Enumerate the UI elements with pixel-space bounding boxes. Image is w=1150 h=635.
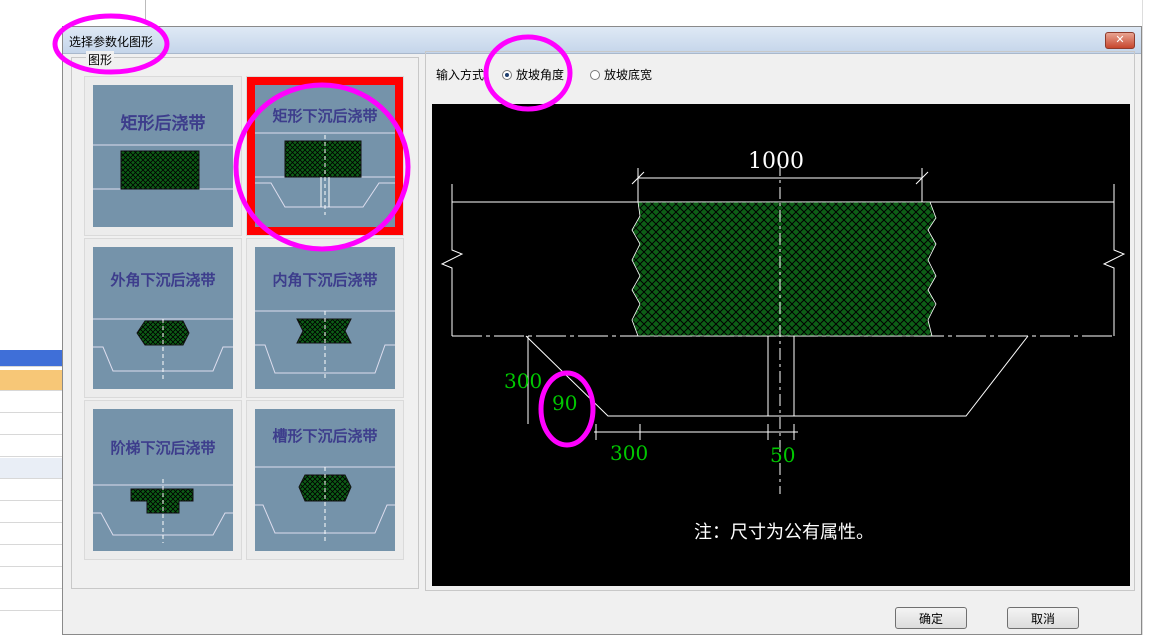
dialog-title: 选择参数化图形 <box>69 35 154 49</box>
shape-option-inner-angle[interactable]: 内角下沉后浇带 <box>246 238 404 398</box>
cancel-button[interactable]: 取消 <box>1007 607 1079 629</box>
shape-label: 矩形后浇带 <box>121 113 206 134</box>
shape-option-rect[interactable]: 矩形后浇带 <box>84 76 242 236</box>
inner-angle-sunk-strip-thumbnail: 内角下沉后浇带 <box>255 247 395 389</box>
outer-angle-sunk-strip-thumbnail: 外角下沉后浇带 <box>93 247 233 389</box>
dim-gap-label: 50 <box>770 443 795 467</box>
background-scrollbar[interactable] <box>1142 0 1150 635</box>
shape-label: 外角下沉后浇带 <box>109 271 215 289</box>
shape-option-outer-angle[interactable]: 外角下沉后浇带 <box>84 238 242 398</box>
radio-slope-angle-label: 放坡角度 <box>516 68 565 82</box>
dim-offset-label: 300 <box>610 441 648 465</box>
shapes-group-label: 图形 <box>86 51 115 68</box>
input-mode-label: 输入方式 <box>436 68 485 82</box>
background-row[interactable] <box>0 458 62 479</box>
background-divider <box>145 0 146 20</box>
section-drawing: 1000 300 90 300 50 注：尺寸为公有属性。 <box>440 149 1126 543</box>
radio-slope-width[interactable]: 放坡底宽 <box>590 66 652 83</box>
stepped-sunk-strip-thumbnail: 阶梯下沉后浇带 <box>93 409 233 551</box>
shape-label: 矩形下沉后浇带 <box>272 107 377 125</box>
radio-unchecked-icon[interactable] <box>590 69 600 80</box>
background-row[interactable] <box>0 480 62 501</box>
dialog-titlebar[interactable]: 选择参数化图形 ✕ <box>63 27 1141 54</box>
close-button[interactable]: ✕ <box>1105 32 1135 49</box>
background-row-selected[interactable] <box>0 350 62 367</box>
rect-post-pour-strip-thumbnail: 矩形后浇带 <box>93 85 233 227</box>
shape-option-trough[interactable]: 槽形下沉后浇带 <box>246 400 404 560</box>
background-row[interactable] <box>0 436 62 457</box>
background-row[interactable] <box>0 502 62 523</box>
preview-group: 输入方式 放坡角度 放坡底宽 1000 300 90 300 50 注：尺寸为公… <box>425 51 1135 591</box>
background-row[interactable] <box>0 524 62 545</box>
ok-button[interactable]: 确定 <box>895 607 967 629</box>
select-parametric-shape-dialog: 选择参数化图形 ✕ 图形 矩形后浇带 矩形下沉后浇带 外角下沉后浇带 内角下沉后… <box>62 26 1142 635</box>
background-row[interactable] <box>0 568 62 589</box>
shape-label: 内角下沉后浇带 <box>272 271 377 289</box>
radio-slope-width-label: 放坡底宽 <box>604 68 653 82</box>
background-row[interactable] <box>0 590 62 611</box>
background-row[interactable] <box>0 392 62 413</box>
rect-sunk-post-pour-strip-thumbnail: 矩形下沉后浇带 <box>255 85 395 227</box>
preview-canvas: 1000 300 90 300 50 注：尺寸为公有属性。 <box>432 104 1130 586</box>
dim-angle-label: 90 <box>552 391 577 415</box>
shapes-group: 图形 矩形后浇带 矩形下沉后浇带 外角下沉后浇带 内角下沉后浇带 阶梯下沉后浇带… <box>71 51 419 589</box>
shape-option-rect-sunk[interactable]: 矩形下沉后浇带 <box>246 76 404 236</box>
shape-label: 阶梯下沉后浇带 <box>110 439 215 457</box>
background-row-highlight[interactable] <box>0 370 62 391</box>
background-row[interactable] <box>0 414 62 435</box>
radio-checked-icon[interactable] <box>502 69 512 80</box>
shape-label: 槽形下沉后浇带 <box>272 427 377 445</box>
radio-slope-angle[interactable]: 放坡角度 <box>502 66 564 83</box>
trough-sunk-strip-thumbnail: 槽形下沉后浇带 <box>255 409 395 551</box>
background-row[interactable] <box>0 546 62 567</box>
note-text: 注：尺寸为公有属性。 <box>694 522 874 543</box>
shape-option-stepped[interactable]: 阶梯下沉后浇带 <box>84 400 242 560</box>
dim-width-label: 1000 <box>748 149 804 174</box>
dim-depth-label: 300 <box>504 369 542 393</box>
